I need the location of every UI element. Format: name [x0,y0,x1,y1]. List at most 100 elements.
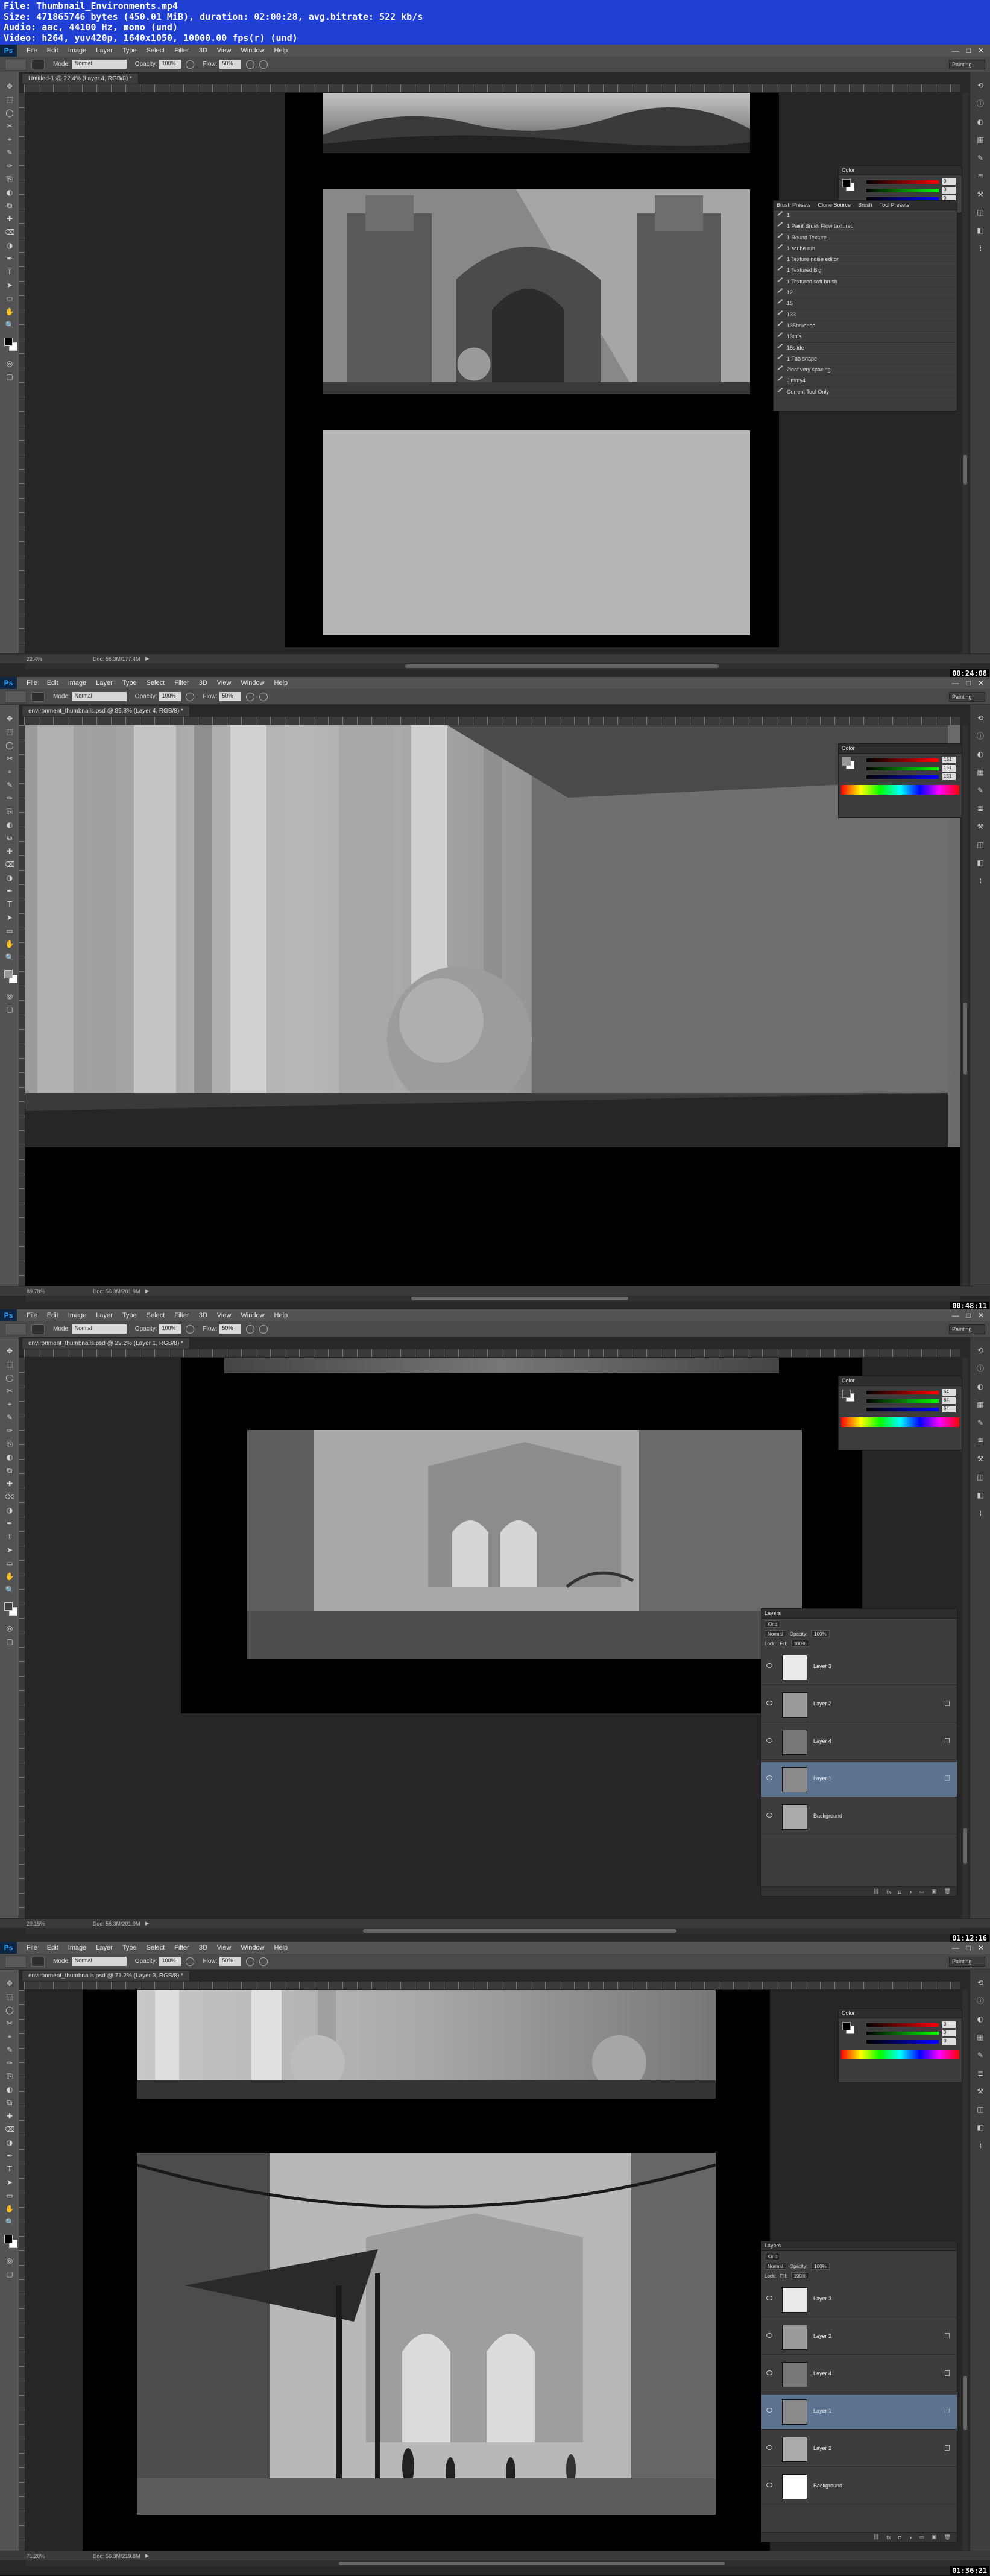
lasso-tool-icon[interactable]: ◯ [4,107,15,118]
layer-row[interactable]: Layer 4 [761,2357,957,2392]
tool-preset-picker[interactable] [5,1955,27,1968]
layer-name[interactable]: Layer 4 [813,2370,831,2376]
color-value-b[interactable]: 0 [942,2038,956,2045]
layer-row[interactable]: Layer 1 [761,1762,957,1797]
tool-preset-item[interactable]: Current Tool Only [774,387,957,398]
status-menu-arrow-icon[interactable]: ▶ [145,655,150,662]
delete-layer-icon[interactable]: 🗑 [944,1888,951,1895]
new-layer-icon[interactable]: ▣ [932,1888,937,1895]
path-select-tool-icon[interactable]: ➤ [4,1545,15,1555]
visibility-eye-icon[interactable] [766,2333,772,2338]
vertical-scroll-thumb[interactable] [963,2376,967,2430]
quick-mask-icon[interactable]: ◎ [4,1623,15,1634]
brush-panel-icon[interactable]: ✎ [976,1418,985,1428]
opacity-field[interactable]: 100% [159,1324,181,1334]
eraser-tool-icon[interactable]: ⧉ [4,1465,15,1476]
airbrush-icon[interactable] [246,1957,255,1966]
tool-preset-item[interactable]: 1 [774,210,957,222]
add-mask-icon[interactable]: ◘ [898,2534,901,2540]
layer-fill-field[interactable]: 100% [790,2272,810,2279]
brush-panel-icon[interactable]: ✎ [976,786,985,795]
shape-tool-icon[interactable]: ▭ [4,925,15,936]
channels-panel-icon[interactable]: ◧ [976,1490,985,1500]
document-canvas[interactable] [25,725,960,1286]
layer-row[interactable]: Layer 1 [761,2395,957,2430]
quick-mask-icon[interactable]: ◎ [4,2255,15,2266]
new-group-icon[interactable]: ▭ [919,2534,925,2540]
history-brush-tool-icon[interactable]: ◐ [4,819,15,830]
hand-tool-icon[interactable]: ✋ [4,939,15,949]
marquee-tool-icon[interactable]: ⬚ [4,94,15,105]
flow-field[interactable]: 50% [219,60,242,69]
lasso-tool-icon[interactable]: ◯ [4,1372,15,1383]
visibility-eye-icon[interactable] [766,2296,772,2300]
eraser-tool-icon[interactable]: ⧉ [4,2097,15,2108]
brush-tool-icon[interactable]: ✑ [4,1425,15,1436]
panel-tab-2[interactable]: Brush [858,202,872,209]
pressure-opacity-icon[interactable] [186,1324,195,1334]
eraser-tool-icon[interactable]: ⧉ [4,833,15,843]
tool-preset-item[interactable]: Jimmy4 [774,376,957,387]
layer-name[interactable]: Layer 1 [813,2408,831,2414]
zoom-level[interactable]: 89.78% [27,1288,51,1294]
menu-item-edit[interactable]: Edit [42,1944,63,1951]
gradient-tool-icon[interactable]: ✚ [4,1478,15,1489]
color-panel-icon[interactable]: ◐ [976,1382,985,1391]
document-size[interactable]: Doc: 56.3M/219.8M [93,2553,140,2559]
eyedropper-tool-icon[interactable]: ⌖ [4,1399,15,1409]
zoom-level[interactable]: 29.15% [27,1921,51,1927]
blur-tool-icon[interactable]: ⌫ [4,859,15,870]
mode-dropdown[interactable]: Normal [72,692,127,701]
color-value-b[interactable]: 64 [942,1406,956,1412]
document-tab[interactable]: environment_thumbnails.psd @ 89.8% (Laye… [22,705,190,716]
workspace-switcher[interactable]: Painting [949,691,985,702]
foreground-color-swatch[interactable] [4,338,13,346]
history-brush-tool-icon[interactable]: ◐ [4,187,15,198]
move-tool-icon[interactable]: ✥ [4,81,15,92]
clone-stamp-tool-icon[interactable]: ⎘ [4,806,15,817]
healing-tool-icon[interactable]: ✎ [4,147,15,158]
color-panel-icon[interactable]: ◐ [976,749,985,759]
menu-item-image[interactable]: Image [63,1944,92,1951]
dodge-tool-icon[interactable]: ◑ [4,2137,15,2148]
menu-item-3d[interactable]: 3D [194,1944,212,1951]
brush-presets-icon[interactable]: ≣ [976,2068,985,2078]
color-fg-swatch[interactable] [842,1390,851,1398]
color-slider-r[interactable] [866,1391,939,1394]
move-tool-icon[interactable]: ✥ [4,713,15,724]
document-tab[interactable]: environment_thumbnails.psd @ 71.2% (Laye… [22,1970,190,1981]
shape-tool-icon[interactable]: ▭ [4,2190,15,2201]
screen-mode-icon[interactable]: ▢ [4,371,15,382]
zoom-tool-icon[interactable]: 🔍 [4,2217,15,2228]
menu-item-3d[interactable]: 3D [194,1312,212,1319]
crop-tool-icon[interactable]: ✂ [4,2018,15,2029]
pressure-opacity-icon[interactable] [186,692,195,701]
tool-preset-item[interactable]: 135brushes [774,321,957,332]
gradient-tool-icon[interactable]: ✚ [4,846,15,857]
pressure-opacity-icon[interactable] [186,1957,195,1966]
layer-row[interactable]: Layer 3 [761,2282,957,2317]
color-spectrum-bar[interactable] [841,2050,959,2059]
layer-row[interactable]: Layer 4 [761,1725,957,1760]
properties-panel-icon[interactable]: ⓘ [976,1364,985,1373]
channels-panel-icon[interactable]: ◧ [976,2123,985,2132]
document-size[interactable]: Doc: 56.3M/201.9M [93,1921,140,1927]
menu-item-filter[interactable]: Filter [169,679,194,687]
color-fg-swatch[interactable] [842,2022,851,2030]
eraser-tool-icon[interactable]: ⧉ [4,200,15,211]
foreground-color-swatch[interactable] [4,1602,13,1611]
layer-fill-field[interactable]: 100% [790,1640,810,1647]
layer-name[interactable]: Layer 4 [813,1738,831,1744]
horizontal-scrollbar[interactable] [25,1296,960,1302]
vertical-scroll-thumb[interactable] [963,1828,967,1864]
swatches-panel-icon[interactable]: ▦ [976,135,985,145]
lasso-tool-icon[interactable]: ◯ [4,740,15,751]
crop-tool-icon[interactable]: ✂ [4,121,15,131]
visibility-eye-icon[interactable] [766,2445,772,2450]
screen-mode-icon[interactable]: ▢ [4,1004,15,1015]
fx-icon[interactable]: fx [887,2534,891,2540]
opacity-field[interactable]: 100% [159,1957,181,1966]
menu-item-help[interactable]: Help [270,47,293,54]
color-slider-g[interactable] [866,189,939,192]
workspace-switcher[interactable]: Painting [949,1324,985,1334]
